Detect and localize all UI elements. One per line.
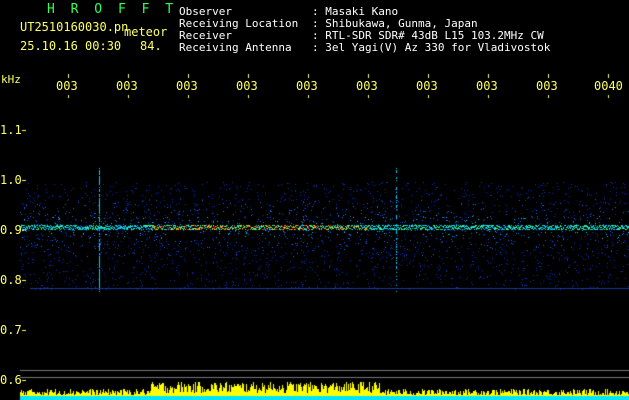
x-tick-label: 0040 — [594, 79, 623, 93]
y-tick-label: 1.0 — [0, 173, 22, 187]
observer-label: Observer — [179, 5, 232, 18]
x-tick-label: 003 — [536, 79, 558, 93]
y-tick-label: 0.9 — [0, 223, 22, 237]
y-tick-label: 0.6 — [0, 373, 22, 387]
x-tick-label: 003 — [356, 79, 378, 93]
spectrogram-canvas — [0, 0, 629, 400]
receiver-label: Receiver — [179, 29, 232, 42]
location-value: : Shibukawa, Gunma, Japan — [312, 17, 478, 30]
x-tick-label: 003 — [56, 79, 78, 93]
y-tick-label: 0.7 — [0, 323, 22, 337]
x-tick-label: 003 — [116, 79, 138, 93]
image-filename: UT2510160030.pn — [20, 20, 129, 34]
location-label: Receiving Location — [179, 17, 299, 30]
x-tick-label: 003 — [296, 79, 318, 93]
antenna-label: Receiving Antenna — [179, 41, 292, 54]
x-tick-label: 003 — [176, 79, 198, 93]
app-brand: H R O F F T — [47, 2, 178, 17]
receiver-value: : RTL-SDR SDR# 43dB L15 103.2MHz CW — [312, 29, 544, 42]
detection-type: meteor — [124, 25, 168, 39]
y-axis-unit: kHz — [1, 73, 21, 86]
spectrogram-window: H R O F F T UT2510160030.pn meteor 25.10… — [0, 0, 629, 400]
antenna-value: : 3el Yagi(V) Az 330 for Vladivostok — [312, 41, 551, 54]
meteor-count: 84. — [140, 39, 162, 53]
observer-value: : Masaki Kano — [312, 5, 399, 18]
x-tick-label: 003 — [236, 79, 258, 93]
y-tick-label: 1.1 — [0, 123, 22, 137]
observation-datetime: 25.10.16 00:30 — [20, 39, 122, 53]
x-tick-label: 003 — [416, 79, 438, 93]
y-tick-label: 0.8 — [0, 273, 22, 287]
x-tick-label: 003 — [476, 79, 498, 93]
